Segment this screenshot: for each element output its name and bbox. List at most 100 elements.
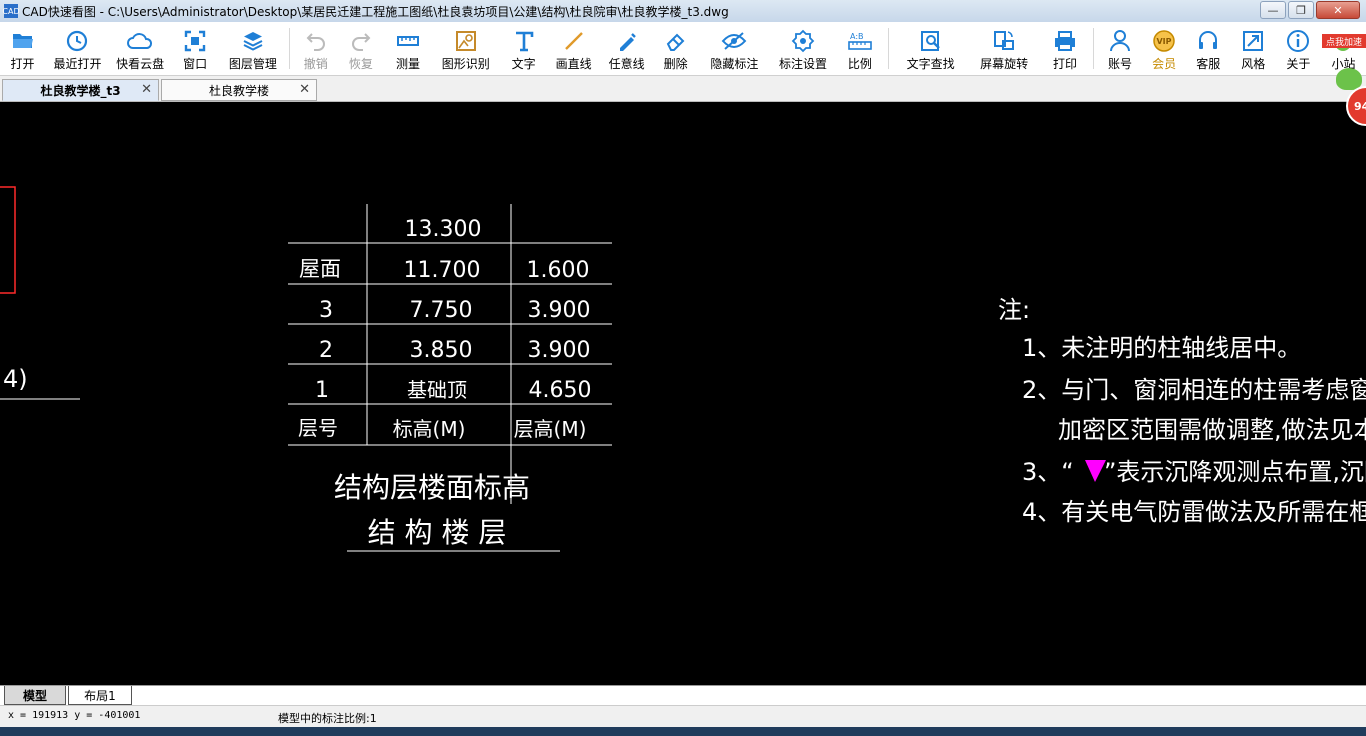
toolbar-separator <box>888 28 890 69</box>
close-tab-icon[interactable]: ✕ <box>299 82 310 97</box>
toolbar-undo-button[interactable]: 撤销 <box>293 22 338 75</box>
toolbar-label: 会员 <box>1152 57 1177 71</box>
toolbar-folder-open-button[interactable]: 打开 <box>0 22 45 75</box>
svg-text:A:B: A:B <box>850 32 864 41</box>
partial-red-frame <box>0 186 16 294</box>
toolbar-hide-eye-button[interactable]: 隐藏标注 <box>697 22 772 75</box>
close-tab-icon[interactable]: ✕ <box>141 82 152 97</box>
style-icon <box>1240 28 1266 54</box>
toolbar-shape-recognize-button[interactable]: 图形识别 <box>432 22 499 75</box>
tab-document-t3[interactable]: 杜良教学楼_t3 ✕ <box>2 79 159 101</box>
tab-label: 杜良教学楼 <box>208 83 269 98</box>
speed-up-tag[interactable]: 点我加速 <box>1322 34 1366 48</box>
row-height: 3.900 <box>528 298 591 323</box>
tab-model[interactable]: 模型 <box>4 686 66 705</box>
measure-icon <box>395 28 421 54</box>
toolbar-label: 窗口 <box>183 57 208 71</box>
toolbar-separator <box>289 28 291 69</box>
toolbar-label: 任意线 <box>608 57 645 71</box>
toolbar-label: 比例 <box>847 57 872 71</box>
header-height: 层高(M) <box>514 417 587 441</box>
account-icon <box>1107 28 1133 54</box>
toolbar-rotate-screen-button[interactable]: 屏幕旋转 <box>969 22 1040 75</box>
toolbar-label: 屏幕旋转 <box>980 57 1029 71</box>
printer-icon <box>1052 28 1078 54</box>
rotate-screen-icon <box>991 28 1017 54</box>
toolbar-layers-button[interactable]: 图层管理 <box>220 22 287 75</box>
hide-eye-icon <box>721 28 747 54</box>
note-4: 4、有关电气防雷做法及所需在框架柱留设预埋件 <box>1022 498 1366 526</box>
toolbar-freehand-button[interactable]: 任意线 <box>599 22 654 75</box>
toolbar-label: 恢复 <box>348 57 373 71</box>
left-fragment-text: 4) <box>3 365 28 393</box>
row-elevation: 基础顶 <box>407 378 467 402</box>
cursor-coordinates: x = 191913 y = -401001 <box>8 710 141 721</box>
toolbar-label: 关于 <box>1286 57 1311 71</box>
toolbar-label: 打开 <box>10 57 35 71</box>
toolbar-vip-button[interactable]: VIP 会员 <box>1143 22 1186 75</box>
note-3-rest: ”表示沉降观测点布置,沉降观测内容 <box>1104 458 1366 486</box>
cad-app-icon: CAD <box>2 4 20 18</box>
toolbar-cloud-button[interactable]: 快看云盘 <box>110 22 171 75</box>
tab-label: 杜良教学楼_t3 <box>40 83 121 98</box>
row-floor: 1 <box>315 378 329 403</box>
row-elevation: 3.850 <box>410 338 473 363</box>
drawing-canvas[interactable]: 4) 13.300 屋面 11.700 1.600 3 7.750 3.900 … <box>0 102 1366 685</box>
toolbar-label: 账号 <box>1107 57 1132 71</box>
info-icon <box>1285 28 1311 54</box>
shape-recognize-icon <box>453 28 479 54</box>
layout-tab-bar: 模型 布局1 <box>0 685 1366 705</box>
toolbar-text-button[interactable]: 文字 <box>499 22 548 75</box>
toolbar-label: 快看云盘 <box>116 57 165 71</box>
main-toolbar: 打开 最近打开 快看云盘 窗口 图层管理 撤销 恢复 测量 图形识别 文字 画直线 任意线 删除 隐藏标注… <box>0 22 1366 76</box>
folder-open-icon <box>10 28 36 54</box>
row-floor: 屋面 <box>299 257 341 281</box>
toolbar-label: 图层管理 <box>228 57 277 71</box>
tab-document[interactable]: 杜良教学楼 ✕ <box>161 79 317 101</box>
row-floor: 2 <box>319 338 333 363</box>
toolbar-text-search-button[interactable]: 文字查找 <box>892 22 968 75</box>
os-taskbar <box>0 727 1366 736</box>
note-2-continued: 加密区范围需做调整,做法见本页。 <box>1058 416 1366 444</box>
toolbar-label: 文字查找 <box>906 57 955 71</box>
toolbar-info-button[interactable]: 关于 <box>1276 22 1321 75</box>
toolbar-redo-button[interactable]: 恢复 <box>338 22 383 75</box>
toolbar-label: 标注设置 <box>779 57 828 71</box>
drawing-svg: 4) 13.300 屋面 11.700 1.600 3 7.750 3.900 … <box>0 186 1366 552</box>
toolbar-account-button[interactable]: 账号 <box>1097 22 1142 75</box>
toolbar-station-button[interactable]: 小站 <box>1321 22 1366 75</box>
toolbar-measure-button[interactable]: 测量 <box>383 22 432 75</box>
maximize-button[interactable]: ❐ <box>1288 1 1314 19</box>
toolbar-headset-button[interactable]: 客服 <box>1186 22 1231 75</box>
document-tab-bar: 杜良教学楼_t3 ✕ 杜良教学楼 ✕ <box>0 76 1366 102</box>
layers-icon <box>240 28 266 54</box>
toolbar-line-button[interactable]: 画直线 <box>548 22 599 75</box>
toolbar-recent-button[interactable]: 最近打开 <box>45 22 110 75</box>
status-bar: x = 191913 y = -401001 模型中的标注比例:1 <box>0 705 1366 727</box>
annotation-scale-status: 模型中的标注比例:1 <box>278 712 377 725</box>
toolbar-scale-button[interactable]: A:B 比例 <box>834 22 885 75</box>
toolbar-window-button[interactable]: 窗口 <box>171 22 220 75</box>
title-bar: CAD CAD快速看图 - C:\Users\Administrator\Des… <box>0 0 1366 22</box>
toolbar-printer-button[interactable]: 打印 <box>1039 22 1090 75</box>
recent-icon <box>64 28 90 54</box>
minimize-button[interactable]: — <box>1260 1 1286 19</box>
window-title: CAD快速看图 - C:\Users\Administrator\Desktop… <box>22 4 729 19</box>
row-elevation: 7.750 <box>410 298 473 323</box>
toolbar-style-button[interactable]: 风格 <box>1231 22 1276 75</box>
settlement-marker-triangle <box>1085 460 1106 482</box>
window-controls: — ❐ ✕ <box>1260 1 1360 19</box>
close-button[interactable]: ✕ <box>1316 1 1360 19</box>
text-search-icon <box>918 28 944 54</box>
row-height: 1.600 <box>527 258 590 283</box>
tab-layout1[interactable]: 布局1 <box>68 686 132 705</box>
toolbar-annotation-settings-button[interactable]: 标注设置 <box>772 22 835 75</box>
header-elevation: 标高(M) <box>393 417 466 441</box>
vip-icon: VIP <box>1151 28 1177 54</box>
toolbar-eraser-button[interactable]: 删除 <box>654 22 697 75</box>
toolbar-label: 隐藏标注 <box>710 57 759 71</box>
top-elevation: 13.300 <box>405 217 482 242</box>
toolbar-separator <box>1093 28 1095 69</box>
toolbar-label: 删除 <box>663 57 688 71</box>
redo-icon <box>348 28 374 54</box>
